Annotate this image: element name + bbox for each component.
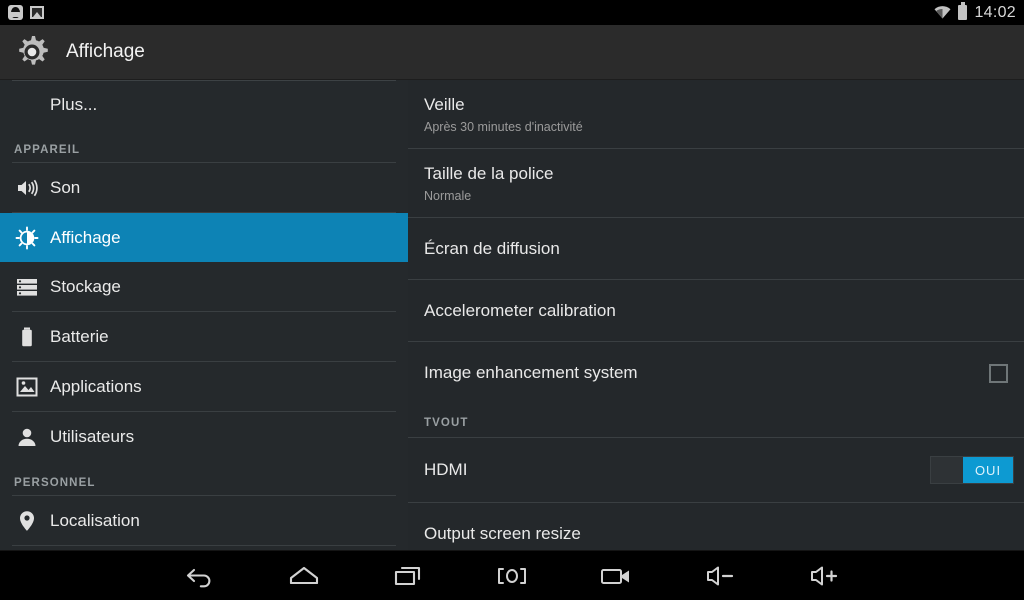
sidebar-item-utilisateurs[interactable]: Utilisateurs: [0, 412, 408, 461]
switch-thumb-label: OUI: [963, 457, 1013, 483]
sidebar-item-label: Son: [50, 177, 81, 197]
sidebar-item-label: Stockage: [50, 276, 121, 296]
sound-icon: [14, 175, 40, 201]
setting-title: Accelerometer calibration: [424, 301, 616, 320]
setting-row-cast-screen[interactable]: Écran de diffusion: [408, 218, 1024, 279]
brightness-icon: [14, 225, 40, 251]
page-title: Affichage: [66, 41, 145, 62]
setting-title: Veille: [424, 95, 465, 114]
settings-sidebar[interactable]: Plus... APPAREIL Son Affichage Stockage …: [0, 80, 408, 550]
settings-content[interactable]: Veille Après 30 minutes d'inactivité Tai…: [408, 80, 1024, 550]
battery-icon: [14, 324, 40, 350]
location-pin-icon: [14, 508, 40, 534]
user-icon: [14, 424, 40, 450]
volume-down-icon[interactable]: [697, 556, 743, 596]
sidebar-item-label: Affichage: [50, 227, 121, 247]
image-enhancement-checkbox[interactable]: [989, 363, 1008, 383]
sidebar-item-label: Batterie: [50, 326, 109, 346]
applications-icon: [14, 374, 40, 400]
settings-body: Plus... APPAREIL Son Affichage Stockage …: [0, 80, 1024, 550]
status-bar: 14:02: [0, 0, 1024, 25]
screen-record-icon[interactable]: [593, 556, 639, 596]
sidebar-item-stockage[interactable]: Stockage: [0, 262, 408, 311]
content-section-tvout: TVOUT: [424, 417, 469, 429]
sidebar-section-personal: PERSONNEL: [14, 477, 96, 489]
app-notification-icon: [8, 5, 23, 20]
settings-screen: 14:02 Affichage Plus... APPAREIL Son Aff…: [0, 0, 1024, 600]
setting-title: Écran de diffusion: [424, 239, 560, 258]
screenshot-icon: [30, 6, 44, 19]
status-bar-notifications[interactable]: [8, 5, 44, 20]
setting-row-accelerometer-calibration[interactable]: Accelerometer calibration: [408, 280, 1024, 341]
sidebar-item-affichage[interactable]: Affichage: [0, 213, 408, 262]
action-bar: Affichage: [0, 25, 1024, 80]
sidebar-item-label: Plus...: [50, 94, 98, 114]
sidebar-section-device: APPAREIL: [14, 144, 81, 156]
setting-title: HDMI: [424, 460, 468, 479]
volume-up-icon[interactable]: [801, 556, 847, 596]
setting-row-output-screen-resize[interactable]: Output screen resize: [408, 503, 1024, 550]
home-icon[interactable]: [281, 556, 327, 596]
status-bar-system[interactable]: 14:02: [934, 2, 1016, 22]
battery-icon: [958, 2, 968, 20]
wifi-icon: [934, 6, 951, 19]
setting-row-image-enhancement[interactable]: Image enhancement system: [408, 342, 1024, 403]
sidebar-item-plus[interactable]: Plus...: [0, 81, 408, 128]
setting-subtitle: Normale: [424, 189, 472, 203]
hdmi-toggle-switch[interactable]: OUI: [930, 456, 1014, 484]
setting-row-font-size[interactable]: Taille de la police Normale: [408, 149, 1024, 217]
sidebar-item-son[interactable]: Son: [0, 163, 408, 212]
switch-track: [931, 457, 963, 483]
sidebar-item-localisation[interactable]: Localisation: [0, 496, 408, 545]
setting-title: Image enhancement system: [424, 363, 638, 382]
sidebar-item-applications[interactable]: Applications: [0, 362, 408, 411]
screenshot-icon[interactable]: [489, 556, 535, 596]
status-bar-clock: 14:02: [974, 3, 1016, 21]
recents-icon[interactable]: [385, 556, 431, 596]
settings-gear-icon[interactable]: [12, 32, 52, 72]
setting-title: Output screen resize: [424, 524, 581, 543]
sidebar-item-label: Localisation: [50, 510, 140, 530]
sidebar-item-label: Applications: [50, 376, 142, 396]
sidebar-item-batterie[interactable]: Batterie: [0, 312, 408, 361]
setting-subtitle: Après 30 minutes d'inactivité: [424, 120, 583, 134]
navigation-bar: [0, 550, 1024, 600]
storage-icon: [14, 274, 40, 300]
setting-title: Taille de la police: [424, 164, 554, 183]
divider: [12, 545, 396, 546]
back-icon[interactable]: [177, 556, 223, 596]
setting-row-hdmi[interactable]: HDMI OUI: [408, 438, 1024, 502]
setting-row-veille[interactable]: Veille Après 30 minutes d'inactivité: [408, 80, 1024, 148]
sidebar-item-label: Utilisateurs: [50, 426, 135, 446]
